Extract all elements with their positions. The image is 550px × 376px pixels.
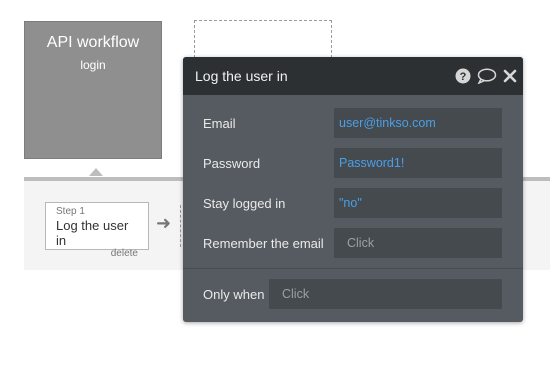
step-delete-link[interactable]: delete	[56, 248, 138, 259]
trigger-title: API workflow	[46, 34, 140, 51]
stay-logged-in-field[interactable]: "no"	[334, 188, 502, 218]
field-label: Email	[203, 115, 236, 131]
svg-text:?: ?	[460, 71, 467, 83]
field-label: Remember the email	[203, 235, 324, 251]
email-field[interactable]: user@tinkso.com	[334, 108, 502, 138]
field-row-email: Email user@tinkso.com	[183, 103, 523, 143]
only-when-row: Only when Click	[183, 269, 523, 319]
step-name: Log the user in	[56, 218, 129, 248]
password-field[interactable]: Password1!	[334, 148, 502, 178]
empty-event-slot[interactable]	[194, 20, 332, 58]
panel-title: Log the user in	[195, 68, 288, 84]
help-icon[interactable]: ?	[455, 68, 471, 84]
remember-email-field[interactable]: Click	[334, 228, 502, 258]
arrow-right-icon: ➜	[156, 213, 172, 233]
field-row-remember-email: Remember the email Click	[183, 223, 523, 263]
only-when-label: Only when	[203, 286, 265, 302]
comment-icon[interactable]	[477, 68, 497, 84]
only-when-field[interactable]: Click	[269, 279, 502, 309]
step-card[interactable]: Step 1 Log the user in delete	[45, 202, 149, 259]
close-icon[interactable]	[503, 69, 517, 83]
step-number-label: Step 1	[56, 206, 85, 217]
field-row-stay-logged-in: Stay logged in "no"	[183, 183, 523, 223]
steps-caret	[89, 168, 103, 176]
api-workflow-trigger-card[interactable]: API workflow login	[24, 21, 162, 159]
trigger-subtitle: login	[80, 58, 106, 72]
field-label: Stay logged in	[203, 195, 286, 211]
field-row-password: Password Password1!	[183, 143, 523, 183]
panel-header[interactable]: Log the user in ?	[183, 57, 523, 95]
action-property-editor: Log the user in ? Email user@tinkso.com …	[183, 57, 523, 322]
field-label: Password	[203, 155, 261, 171]
